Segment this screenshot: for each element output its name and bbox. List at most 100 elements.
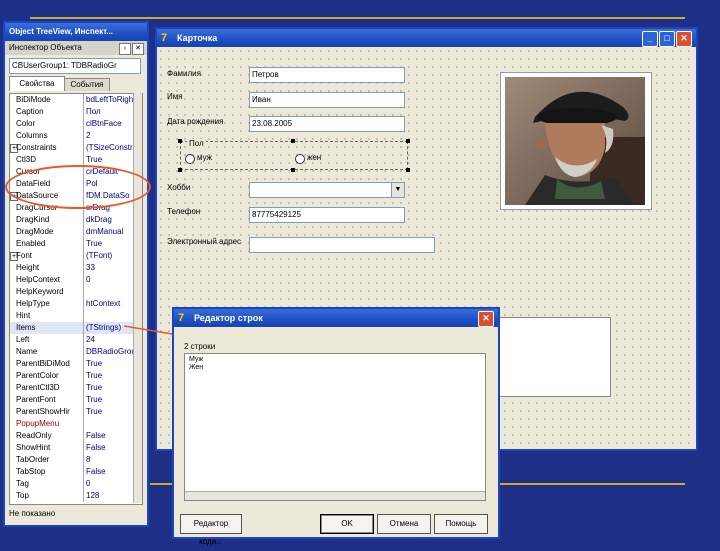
radio-male-label: муж [197, 153, 213, 162]
property-divider [83, 418, 84, 430]
property-row[interactable]: ShowHint False [10, 442, 142, 454]
property-divider [83, 238, 84, 250]
property-row[interactable]: Tag 0 [10, 478, 142, 490]
selection-handle[interactable] [178, 139, 182, 143]
cancel-button[interactable]: Отмена [377, 514, 431, 534]
selection-handle[interactable] [406, 139, 410, 143]
property-name: Name [16, 347, 38, 356]
close-icon[interactable]: ✕ [132, 43, 144, 55]
property-row[interactable]: Top 128 [10, 490, 142, 502]
property-row[interactable]: TabStop False [10, 466, 142, 478]
property-divider [83, 370, 84, 382]
property-row[interactable]: HelpKeyword [10, 286, 142, 298]
inspector-subtitle: Инспектор Объекта [9, 43, 82, 52]
tab-properties[interactable]: Свойства [9, 76, 65, 91]
close-button[interactable]: ✕ [676, 31, 692, 47]
inspector-scrollbar[interactable] [133, 93, 142, 503]
property-row[interactable]: Columns 2 [10, 130, 142, 142]
property-row[interactable]: ParentBiDiMod True [10, 358, 142, 370]
memo-box[interactable] [491, 317, 611, 397]
property-row[interactable]: BiDiMode bdLeftToRight [10, 94, 142, 106]
tab-events[interactable]: События [64, 78, 110, 91]
property-row[interactable]: ReadOnly False [10, 430, 142, 442]
property-divider [83, 346, 84, 358]
property-divider [83, 226, 84, 238]
property-divider [83, 406, 84, 418]
property-row[interactable]: DragKind dkDrag [10, 214, 142, 226]
property-divider [83, 274, 84, 286]
birthdate-field[interactable]: 23.08.2005 [249, 116, 405, 132]
chevron-down-icon[interactable]: ▼ [391, 183, 404, 197]
property-name: ParentShowHir [16, 407, 70, 416]
delphi-logo-icon: 7 [178, 312, 185, 324]
help-label: Помощь [445, 519, 477, 528]
email-label: Электронный адрес [167, 237, 242, 246]
birthdate-value: 23.08.2005 [252, 119, 293, 128]
radio-female[interactable] [295, 154, 305, 164]
email-field[interactable] [249, 237, 435, 253]
property-name: Font [16, 251, 33, 260]
property-name: Caption [16, 107, 44, 116]
property-row[interactable]: DragMode dmManual [10, 226, 142, 238]
property-row[interactable]: + Constraints (TSizeConstra [10, 142, 142, 154]
property-row[interactable]: Left 24 [10, 334, 142, 346]
editor-title: Редактор строк [194, 313, 263, 323]
property-row[interactable]: ParentShowHir True [10, 406, 142, 418]
line-count-label: 2 строки [184, 342, 216, 351]
property-row[interactable]: Height 33 [10, 262, 142, 274]
ok-button[interactable]: OK [320, 514, 374, 534]
property-row[interactable]: Items (TStrings) [10, 322, 142, 334]
property-name: Left [16, 335, 30, 344]
property-row[interactable]: + Font (TFont) [10, 250, 142, 262]
property-name: Constraints [16, 143, 57, 152]
editor-close-button[interactable]: ✕ [478, 311, 494, 327]
radio-male[interactable] [185, 154, 195, 164]
minimize-button[interactable]: _ [642, 31, 658, 47]
delphi-logo-icon: 7 [161, 32, 168, 44]
maximize-button[interactable]: □ [659, 31, 675, 47]
property-name: Height [16, 263, 40, 272]
property-row[interactable]: HelpContext 0 [10, 274, 142, 286]
hobby-combobox[interactable]: ▼ [249, 182, 405, 198]
property-row[interactable]: Color clBtnFace [10, 118, 142, 130]
pin-icon[interactable]: ‹ [119, 43, 131, 55]
property-name: ShowHint [16, 443, 51, 452]
string-line: Жен [189, 364, 204, 371]
property-row[interactable]: Enabled True [10, 238, 142, 250]
selection-handle[interactable] [178, 168, 182, 172]
help-button[interactable]: Помощь [434, 514, 488, 534]
component-selector[interactable]: CBUserGroup1: TDBRadioGr [9, 58, 141, 74]
property-divider [83, 334, 84, 346]
property-divider [83, 142, 84, 154]
property-divider [83, 262, 84, 274]
property-divider [83, 106, 84, 118]
property-row[interactable]: Caption Пол [10, 106, 142, 118]
birthdate-label: Дата рождения [167, 117, 224, 126]
property-name: Color [16, 119, 36, 128]
name-field[interactable]: Иван [249, 92, 405, 108]
property-row[interactable]: Name DBRadioGrou [10, 346, 142, 358]
textarea-hscrollbar[interactable] [185, 491, 485, 500]
property-divider [83, 454, 84, 466]
property-name: Ctl3D [16, 155, 37, 164]
property-name: Hint [16, 311, 31, 320]
property-row[interactable]: Hint [10, 310, 142, 322]
selection-handle[interactable] [291, 168, 295, 172]
phone-field[interactable]: 87775429125 [249, 207, 405, 223]
code-editor-button[interactable]: Редактор кода... [180, 514, 242, 546]
strings-textarea[interactable]: Муж Жен [184, 353, 486, 501]
selection-handle[interactable] [406, 168, 410, 172]
property-row[interactable]: PopupMenu [10, 418, 142, 430]
property-row[interactable]: ParentCtl3D True [10, 382, 142, 394]
inspector-title-bar: Object TreeView, Инспект... [5, 23, 147, 41]
property-row[interactable]: ParentColor True [10, 370, 142, 382]
selection-handle[interactable] [291, 139, 295, 143]
code-editor-label: Редактор кода... [193, 519, 229, 546]
surname-field[interactable]: Петров [249, 67, 405, 83]
property-row[interactable]: TabOrder 8 [10, 454, 142, 466]
property-row[interactable]: HelpType htContext [10, 298, 142, 310]
gender-radio-group[interactable]: Пол муж жен [178, 139, 410, 172]
property-row[interactable]: ParentFont True [10, 394, 142, 406]
property-name: ParentCtl3D [16, 383, 60, 392]
property-divider [83, 490, 84, 502]
